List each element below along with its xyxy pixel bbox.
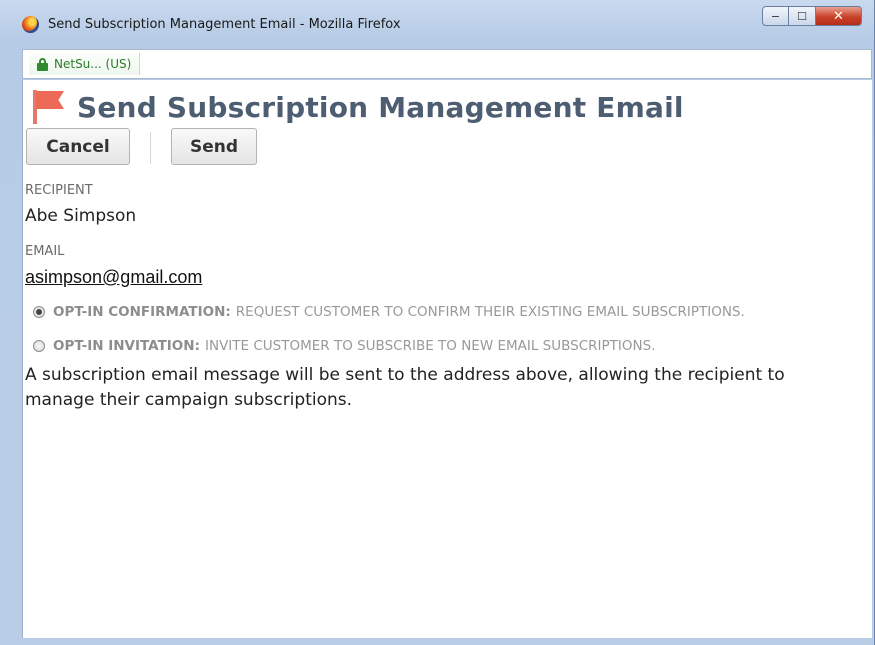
window-controls: − ☐ ✕ bbox=[762, 6, 862, 28]
opt-in-invitation-option[interactable]: OPT-IN INVITATION: INVITE CUSTOMER TO SU… bbox=[33, 338, 655, 354]
opt-in-confirmation-text: REQUEST CUSTOMER TO CONFIRM THEIR EXISTI… bbox=[235, 304, 745, 320]
page-title: Send Subscription Management Email bbox=[77, 90, 684, 124]
title-bar[interactable]: Send Subscription Management Email - Moz… bbox=[0, 0, 874, 40]
opt-in-confirmation-radio[interactable] bbox=[33, 306, 45, 318]
recipient-value: Abe Simpson bbox=[25, 206, 137, 226]
email-label: EMAIL bbox=[25, 244, 65, 259]
opt-in-invitation-text: INVITE CUSTOMER TO SUBSCRIBE TO NEW EMAI… bbox=[204, 338, 656, 354]
browser-window: Send Subscription Management Email - Moz… bbox=[0, 0, 875, 645]
opt-in-confirmation-key: OPT-IN CONFIRMATION: bbox=[53, 304, 231, 320]
window-title: Send Subscription Management Email - Moz… bbox=[48, 17, 401, 32]
description-text: A subscription email message will be sen… bbox=[25, 365, 785, 410]
firefox-icon bbox=[22, 16, 39, 33]
opt-in-invitation-radio[interactable] bbox=[33, 340, 45, 352]
flag-icon bbox=[29, 88, 69, 126]
recipient-label: RECIPIENT bbox=[25, 183, 93, 198]
minimize-button[interactable]: − bbox=[762, 6, 789, 26]
opt-in-invitation-key: OPT-IN INVITATION: bbox=[53, 338, 200, 354]
page-content: Send Subscription Management Email Cance… bbox=[22, 80, 872, 638]
opt-in-confirmation-option[interactable]: OPT-IN CONFIRMATION: REQUEST CUSTOMER TO… bbox=[33, 304, 745, 320]
button-divider bbox=[150, 132, 151, 164]
email-link[interactable]: asimpson@gmail.com bbox=[25, 267, 202, 287]
site-identity-label: NetSu... (US) bbox=[54, 57, 132, 71]
send-button[interactable]: Send bbox=[171, 128, 257, 165]
url-bar[interactable]: NetSu... (US) bbox=[22, 49, 872, 79]
close-button[interactable]: ✕ bbox=[816, 6, 862, 26]
lock-icon bbox=[37, 58, 48, 71]
page-header: Send Subscription Management Email bbox=[29, 88, 684, 126]
cancel-button[interactable]: Cancel bbox=[26, 128, 130, 165]
email-value: asimpson@gmail.com bbox=[25, 267, 202, 288]
site-identity-button[interactable]: NetSu... (US) bbox=[29, 53, 141, 75]
maximize-button[interactable]: ☐ bbox=[789, 6, 816, 26]
